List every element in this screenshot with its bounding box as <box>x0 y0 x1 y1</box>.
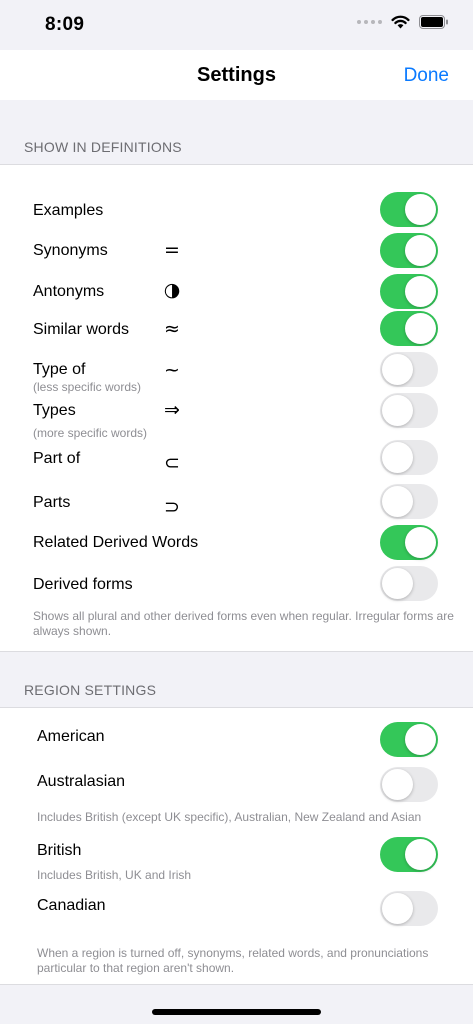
row-label: Synonyms <box>33 242 108 259</box>
antonyms-symbol-icon: ◑ <box>163 279 181 301</box>
row-derived-forms: Derived forms <box>0 566 473 606</box>
row-label: Canadian <box>37 897 106 914</box>
region-section-header: REGION SETTINGS <box>24 682 157 698</box>
done-button[interactable]: Done <box>404 65 449 87</box>
american-toggle[interactable] <box>380 722 438 757</box>
page-title: Settings <box>197 64 276 86</box>
australasian-toggle[interactable] <box>380 767 438 802</box>
definitions-footnote: Shows all plural and other derived forms… <box>33 609 454 638</box>
parts-symbol-icon: ⊃ <box>164 496 180 518</box>
row-part-of: Part of ⊂ <box>0 440 473 480</box>
synonyms-toggle[interactable] <box>380 233 438 268</box>
battery-icon <box>419 15 448 29</box>
home-indicator <box>152 1009 321 1015</box>
row-american: American <box>0 722 473 762</box>
row-parts: Parts ⊃ <box>0 484 473 524</box>
canadian-toggle[interactable] <box>380 891 438 926</box>
row-type-of: Type of (less specific words) ~ <box>0 352 473 394</box>
synonyms-symbol-icon: = <box>164 239 180 261</box>
british-toggle[interactable] <box>380 837 438 872</box>
cellular-signal-icon <box>357 20 382 24</box>
type-of-symbol-icon: ~ <box>164 359 180 381</box>
antonyms-toggle[interactable] <box>380 274 438 309</box>
region-group: American Australasian Includes British (… <box>0 707 473 985</box>
status-time: 8:09 <box>45 14 85 35</box>
part-of-toggle[interactable] <box>380 440 438 475</box>
parts-toggle[interactable] <box>380 484 438 519</box>
row-label: Related Derived Words <box>33 534 199 551</box>
row-sublabel: Includes British (except UK specific), A… <box>37 810 422 824</box>
row-canadian: Canadian <box>0 891 473 931</box>
row-types: Types (more specific words) ⇒ <box>0 393 473 440</box>
part-of-symbol-icon: ⊂ <box>164 452 180 474</box>
row-label: Parts <box>33 494 71 511</box>
row-related-derived-words: Related Derived Words <box>0 525 473 565</box>
navigation-bar: Settings Done <box>0 50 473 100</box>
definitions-section-header: SHOW IN DEFINITIONS <box>24 139 182 155</box>
row-label: Part of <box>33 450 81 467</box>
row-british: British Includes British, UK and Irish <box>0 837 473 882</box>
row-australasian: Australasian Includes British (except UK… <box>0 767 473 824</box>
derived-forms-toggle[interactable] <box>380 566 438 601</box>
row-similar-words: Similar words ≈ <box>0 311 473 351</box>
row-examples: Examples <box>0 192 473 232</box>
status-icons <box>357 15 449 29</box>
row-label: Type of <box>33 361 86 378</box>
row-antonyms: Antonyms ◑ <box>0 274 473 314</box>
row-label: British <box>37 842 82 859</box>
row-label: Examples <box>33 202 104 219</box>
wifi-icon <box>391 15 410 29</box>
similar-words-toggle[interactable] <box>380 311 438 346</box>
row-label: Australasian <box>37 773 126 790</box>
types-symbol-icon: ⇒ <box>164 399 180 421</box>
region-footnote: When a region is turned off, synonyms, r… <box>37 946 429 975</box>
row-label: Antonyms <box>33 283 105 300</box>
row-synonyms: Synonyms = <box>0 233 473 273</box>
definitions-group: Examples Synonyms = Antonyms ◑ Similar w… <box>0 164 473 652</box>
related-derived-words-toggle[interactable] <box>380 525 438 560</box>
row-label: Types <box>33 402 76 419</box>
status-bar: 8:09 <box>0 0 473 50</box>
examples-toggle[interactable] <box>380 192 438 227</box>
types-toggle[interactable] <box>380 393 438 428</box>
row-label: American <box>37 728 105 745</box>
row-label: Similar words <box>33 321 130 338</box>
row-sublabel: Includes British, UK and Irish <box>37 868 192 882</box>
row-sublabel: (less specific words) <box>33 380 142 394</box>
row-label: Derived forms <box>33 576 133 593</box>
row-sublabel: (more specific words) <box>33 426 148 440</box>
type-of-toggle[interactable] <box>380 352 438 387</box>
similar-words-symbol-icon: ≈ <box>164 318 180 340</box>
